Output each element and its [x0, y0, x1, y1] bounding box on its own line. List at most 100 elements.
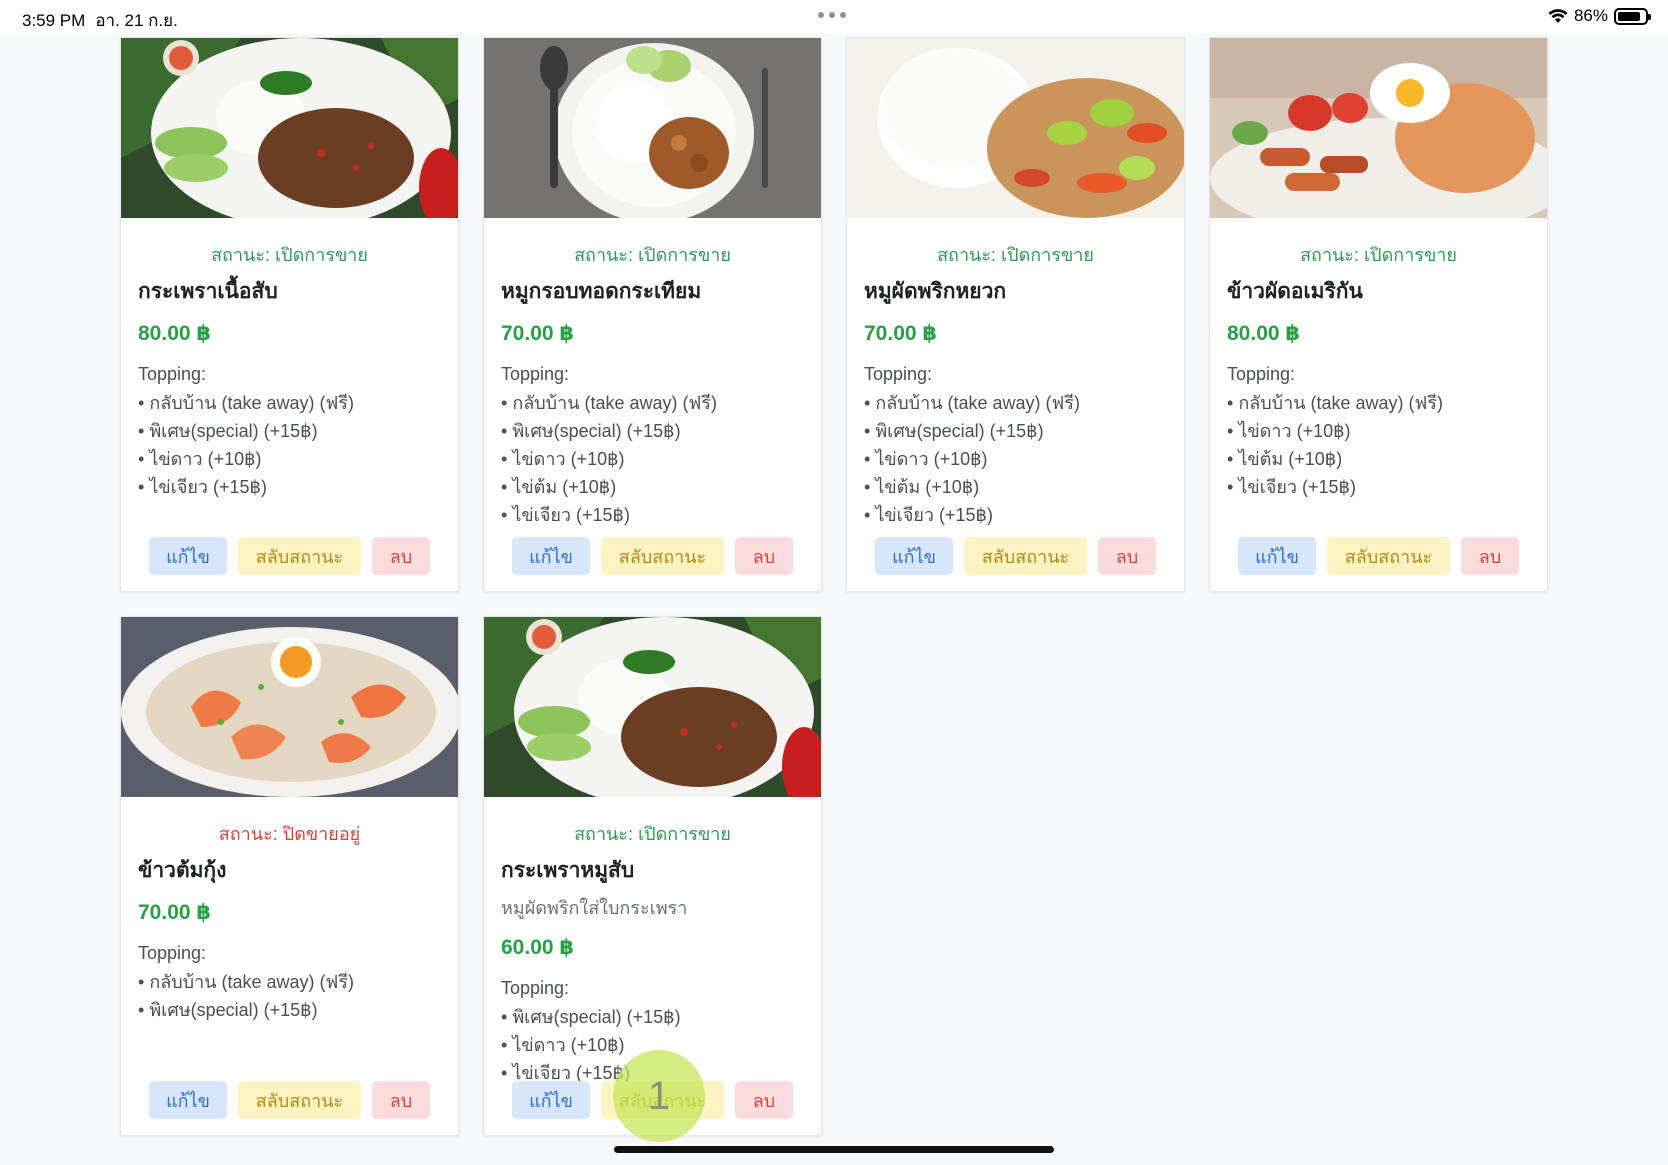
menu-item-price: 80.00 ฿	[1227, 322, 1300, 345]
food-photo	[484, 617, 821, 797]
status-date: อา. 21 ก.ย.	[95, 11, 178, 30]
menu-item-name: ข้าวผัดอเมริกัน	[1227, 280, 1363, 303]
card-body: สถานะ: เปิดการขาย ข้าวผัดอเมริกัน 80.00 ฿…	[1210, 218, 1547, 501]
menu-item-price: 70.00 ฿	[501, 322, 574, 345]
card-actions: แก้ไข สลับสถานะ ลบ	[121, 537, 458, 575]
topping-item: ไข่เจียว (+15฿)	[501, 501, 804, 529]
topping-list: กลับบ้าน (take away) (ฟรี)ไข่ดาว (+10฿)ไ…	[1227, 389, 1530, 501]
card-actions: แก้ไข สลับสถานะ ลบ	[121, 1081, 458, 1119]
edit-button[interactable]: แก้ไข	[875, 537, 953, 575]
delete-button[interactable]: ลบ	[1098, 537, 1156, 575]
home-indicator[interactable]	[614, 1146, 1054, 1153]
topping-item: กลับบ้าน (take away) (ฟรี)	[501, 389, 804, 417]
topping-item: ไข่ต้ม (+10฿)	[864, 473, 1167, 501]
topping-item: กลับบ้าน (take away) (ฟรี)	[138, 389, 441, 417]
touch-indicator: 1	[613, 1050, 705, 1142]
topping-list: กลับบ้าน (take away) (ฟรี)พิเศษ(special)…	[501, 389, 804, 529]
card-body: สถานะ: เปิดการขาย หมูกรอบทอดกระเทียม 70.0…	[484, 218, 821, 529]
topping-item: ไข่ดาว (+10฿)	[1227, 417, 1530, 445]
edit-button[interactable]: แก้ไข	[512, 1081, 590, 1119]
topping-item: ไข่ดาว (+10฿)	[501, 445, 804, 473]
sale-status: สถานะ: เปิดการขาย	[574, 824, 731, 844]
menu-item-price: 60.00 ฿	[501, 936, 574, 959]
edit-button[interactable]: แก้ไข	[149, 537, 227, 575]
food-photo	[121, 617, 458, 797]
topping-item: กลับบ้าน (take away) (ฟรี)	[864, 389, 1167, 417]
card-actions: แก้ไข สลับสถานะ ลบ	[484, 537, 821, 575]
menu-card: สถานะ: เปิดการขาย กระเพราเนื้อสับ 80.00 ฿…	[120, 37, 459, 592]
menu-item-price: 70.00 ฿	[138, 901, 211, 924]
wifi-icon	[1548, 9, 1568, 23]
delete-button[interactable]: ลบ	[735, 1081, 793, 1119]
menu-item-name: กระเพราเนื้อสับ	[138, 280, 278, 303]
topping-label: Topping:	[501, 364, 570, 384]
topping-item: พิเศษ(special) (+15฿)	[138, 417, 441, 445]
delete-button[interactable]: ลบ	[735, 537, 793, 575]
menu-grid: สถานะ: เปิดการขาย กระเพราเนื้อสับ 80.00 ฿…	[120, 37, 1548, 1136]
battery-icon	[1614, 7, 1651, 25]
food-photo	[484, 38, 821, 218]
topping-item: กลับบ้าน (take away) (ฟรี)	[138, 968, 441, 996]
menu-item-name: ข้าวต้มกุ้ง	[138, 859, 227, 882]
multitasking-dots-icon[interactable]	[818, 12, 846, 18]
topping-item: ไข่เจียว (+15฿)	[864, 501, 1167, 529]
menu-item-description: หมูผัดพริกใส่ใบกระเพรา	[501, 898, 688, 918]
menu-card: สถานะ: เปิดการขาย ข้าวผัดอเมริกัน 80.00 ฿…	[1209, 37, 1548, 592]
menu-card: สถานะ: ปิดขายอยู่ ข้าวต้มกุ้ง 70.00 ฿ Top…	[120, 616, 459, 1136]
card-body: สถานะ: เปิดการขาย กระเพราหมูสับหมูผัดพริ…	[484, 797, 821, 1087]
topping-label: Topping:	[501, 978, 570, 998]
topping-list: กลับบ้าน (take away) (ฟรี)พิเศษ(special)…	[864, 389, 1167, 529]
topping-label: Topping:	[138, 943, 207, 963]
topping-item: ไข่ดาว (+10฿)	[138, 445, 441, 473]
sale-status: สถานะ: เปิดการขาย	[1300, 245, 1457, 265]
card-body: สถานะ: ปิดขายอยู่ ข้าวต้มกุ้ง 70.00 ฿ Top…	[121, 797, 458, 1024]
card-body: สถานะ: เปิดการขาย กระเพราเนื้อสับ 80.00 ฿…	[121, 218, 458, 501]
edit-button[interactable]: แก้ไข	[149, 1081, 227, 1119]
card-actions: แก้ไข สลับสถานะ ลบ	[1210, 537, 1547, 575]
toggle-status-button[interactable]: สลับสถานะ	[601, 537, 724, 575]
card-actions: แก้ไข สลับสถานะ ลบ	[847, 537, 1184, 575]
menu-item-price: 70.00 ฿	[864, 322, 937, 345]
delete-button[interactable]: ลบ	[1461, 537, 1519, 575]
delete-button[interactable]: ลบ	[372, 537, 430, 575]
toggle-status-button[interactable]: สลับสถานะ	[238, 1081, 361, 1119]
sale-status: สถานะ: ปิดขายอยู่	[218, 824, 361, 844]
topping-item: พิเศษ(special) (+15฿)	[864, 417, 1167, 445]
topping-item: ไข่ต้ม (+10฿)	[1227, 445, 1530, 473]
topping-item: พิเศษ(special) (+15฿)	[501, 417, 804, 445]
topping-label: Topping:	[1227, 364, 1296, 384]
clock: 3:59 PM	[22, 11, 86, 30]
topping-item: พิเศษ(special) (+15฿)	[501, 1003, 804, 1031]
edit-button[interactable]: แก้ไข	[512, 537, 590, 575]
battery-percent: 86%	[1573, 6, 1608, 25]
menu-item-name: กระเพราหมูสับ	[501, 859, 635, 882]
menu-item-name: หมูกรอบทอดกระเทียม	[501, 280, 702, 303]
menu-card: สถานะ: เปิดการขาย หมูกรอบทอดกระเทียม 70.0…	[483, 37, 822, 592]
toggle-status-button[interactable]: สลับสถานะ	[238, 537, 361, 575]
topping-item: กลับบ้าน (take away) (ฟรี)	[1227, 389, 1530, 417]
topping-item: พิเศษ(special) (+15฿)	[138, 996, 441, 1024]
menu-card: สถานะ: เปิดการขาย หมูผัดพริกหยวก 70.00 ฿ …	[846, 37, 1185, 592]
topping-item: ไข่ต้ม (+10฿)	[501, 473, 804, 501]
status-bar: 3:59 PM อา. 21 ก.ย. 86%	[0, 0, 1668, 34]
food-photo	[1210, 38, 1547, 218]
topping-label: Topping:	[864, 364, 933, 384]
food-photo	[121, 38, 458, 218]
sale-status: สถานะ: เปิดการขาย	[211, 245, 368, 265]
status-time: 3:59 PM อา. 21 ก.ย.	[22, 7, 178, 34]
topping-item: ไข่ดาว (+10฿)	[864, 445, 1167, 473]
menu-item-name: หมูผัดพริกหยวก	[864, 280, 1007, 303]
topping-item: ไข่เจียว (+15฿)	[138, 473, 441, 501]
topping-item: ไข่เจียว (+15฿)	[1227, 473, 1530, 501]
sale-status: สถานะ: เปิดการขาย	[574, 245, 731, 265]
topping-list: กลับบ้าน (take away) (ฟรี)พิเศษ(special)…	[138, 389, 441, 501]
delete-button[interactable]: ลบ	[372, 1081, 430, 1119]
menu-item-price: 80.00 ฿	[138, 322, 211, 345]
edit-button[interactable]: แก้ไข	[1238, 537, 1316, 575]
topping-label: Topping:	[138, 364, 207, 384]
status-right: 86%	[1548, 6, 1651, 26]
toggle-status-button[interactable]: สลับสถานะ	[964, 537, 1087, 575]
sale-status: สถานะ: เปิดการขาย	[937, 245, 1094, 265]
toggle-status-button[interactable]: สลับสถานะ	[1327, 537, 1450, 575]
card-body: สถานะ: เปิดการขาย หมูผัดพริกหยวก 70.00 ฿ …	[847, 218, 1184, 529]
